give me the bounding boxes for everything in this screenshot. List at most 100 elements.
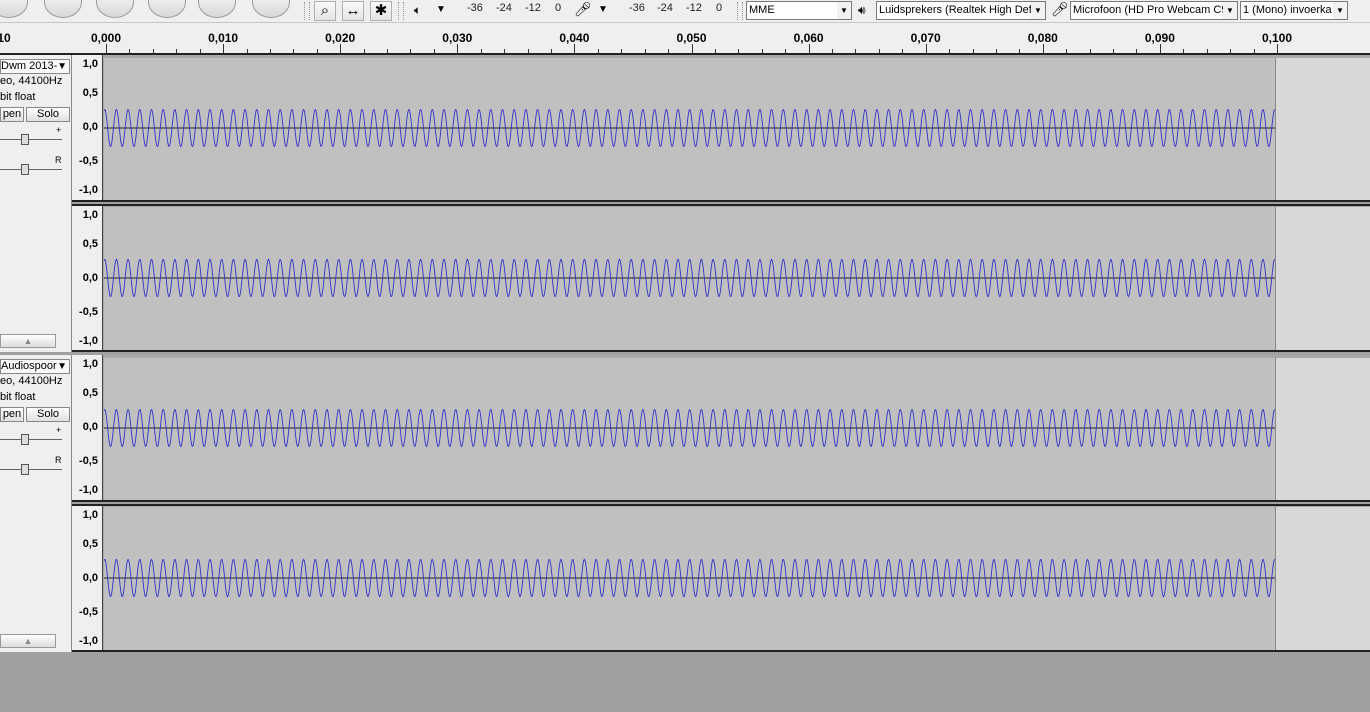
ruler-minor-tick [785, 49, 787, 53]
mute-button[interactable]: pen [0, 407, 24, 422]
ruler-minor-tick [738, 49, 740, 53]
scale-label: 0,5 [82, 87, 98, 99]
ruler-major-tick [340, 44, 342, 53]
empty-track-area[interactable] [1275, 207, 1370, 350]
timeshift-tool[interactable]: ↔ [342, 1, 364, 21]
empty-track-area[interactable] [1275, 58, 1370, 200]
ruler-tick-label: 0,060 [793, 31, 824, 45]
meter-label: 0 [555, 2, 562, 14]
waveform-channel-right[interactable] [103, 207, 1276, 350]
solo-button[interactable]: Solo [26, 407, 70, 422]
scale-label: 1,0 [82, 358, 98, 370]
ruler-minor-tick [949, 49, 951, 53]
skip-end-button[interactable] [198, 0, 236, 18]
ruler-major-tick [106, 44, 107, 53]
ruler-major-tick [1277, 44, 1278, 53]
chevron-down-icon: ▼ [1333, 2, 1347, 19]
gain-slider-thumb[interactable] [21, 434, 29, 445]
ruler-minor-tick [855, 49, 857, 53]
chevron-down-icon: ▼ [57, 61, 67, 72]
scale-label: 1,0 [82, 509, 98, 521]
ruler-minor-tick [714, 49, 716, 53]
ruler-minor-tick [644, 49, 646, 53]
vertical-scale: 1,0 0,5 0,0 -0,5 -1,0 [72, 355, 103, 501]
double-arrow-icon: ↔ [345, 2, 361, 19]
channels-select[interactable]: 1 (Mono) invoerka ▼ [1240, 1, 1348, 20]
ruler-minor-tick [152, 49, 154, 53]
waveform-channel-left[interactable] [103, 358, 1276, 500]
ruler-minor-tick [129, 49, 131, 53]
microphone-icon: 🎤︎ [1051, 1, 1069, 17]
waveform-channel-left[interactable] [103, 58, 1276, 200]
ruler-minor-tick [1230, 49, 1232, 53]
track-control-panel: Dwm 2013- ▼ eo, 44100Hz bit float pen Sol… [0, 55, 72, 352]
pause-button[interactable] [0, 0, 28, 18]
empty-project-area[interactable] [0, 652, 1370, 712]
ruler-minor-tick [1089, 49, 1091, 53]
waveform-channel-right[interactable] [103, 507, 1276, 650]
ruler-minor-tick [597, 49, 599, 53]
ruler-major-tick [808, 44, 810, 53]
zoom-tool[interactable]: ⌕ [314, 1, 336, 21]
ruler-major-tick [925, 44, 927, 53]
host-value: MME [749, 4, 775, 16]
triangle-up-icon: ▲ [23, 336, 33, 346]
meter-menu-dropdown[interactable]: ▼ [436, 4, 446, 15]
ruler-minor-tick [995, 49, 997, 53]
scale-label: -1,0 [79, 335, 98, 347]
waveform [103, 558, 1276, 598]
track-name: Audiospoor [1, 360, 57, 372]
scale-label: 0,5 [82, 238, 98, 250]
scale-label: 1,0 [82, 209, 98, 221]
gain-slider[interactable] [0, 139, 62, 140]
vertical-scale: 1,0 0,5 0,0 -0,5 -1,0 [72, 55, 103, 201]
record-button[interactable] [252, 0, 290, 18]
ruler-tick-label: 0,010 [208, 31, 239, 45]
ruler-minor-tick [269, 49, 271, 53]
playback-device-select[interactable]: Luidsprekers (Realtek High Def ▼ [876, 1, 1046, 20]
ruler-minor-tick [504, 49, 506, 53]
ruler-tick-label: 0,070 [910, 31, 941, 45]
ruler-tick-label: 0,000 [90, 31, 122, 45]
toolbar-grip[interactable] [737, 2, 743, 20]
solo-button[interactable]: Solo [26, 107, 70, 122]
play-button[interactable] [44, 0, 82, 18]
collapse-button[interactable]: ▲ [0, 334, 56, 348]
meter-label: -36 [629, 2, 645, 14]
mute-button[interactable]: pen [0, 107, 24, 122]
stop-button[interactable] [96, 0, 134, 18]
track-name: Dwm 2013- [1, 60, 58, 72]
record-device-select[interactable]: Microfoon (HD Pro Webcam C9 ▼ [1070, 1, 1238, 20]
skip-start-button[interactable] [148, 0, 186, 18]
pan-slider[interactable] [0, 169, 62, 170]
track-format-info: bit float [0, 91, 36, 103]
toolbar-grip[interactable] [304, 2, 310, 20]
pan-slider-thumb[interactable] [21, 464, 29, 475]
timeline-ruler[interactable]: 10 0,000 0,010 0,020 0,030 0,040 0,050 0,060 0,… [0, 23, 1370, 55]
vertical-scale: 1,0 0,5 0,0 -0,5 -1,0 [72, 206, 103, 352]
speaker-icon: 🔊︎ [858, 3, 866, 17]
ruler-minor-tick [1066, 49, 1068, 53]
record-device-value: Microfoon (HD Pro Webcam C9 [1073, 4, 1228, 16]
empty-track-area[interactable] [1275, 358, 1370, 500]
ruler-minor-tick [1183, 49, 1185, 53]
speaker-icon: 🔈︎ [414, 3, 422, 17]
multi-tool[interactable]: ✱ [370, 1, 392, 21]
chevron-down-icon: ▼ [837, 2, 851, 19]
pan-slider-thumb[interactable] [21, 164, 29, 175]
pan-mark: R [55, 455, 62, 465]
empty-track-area[interactable] [1275, 507, 1370, 650]
ruler-minor-tick [668, 49, 670, 53]
gain-slider-thumb[interactable] [21, 134, 29, 145]
track-name-menu[interactable]: Audiospoor ▼ [0, 359, 70, 374]
track-name-menu[interactable]: Dwm 2013- ▼ [0, 59, 70, 74]
rec-meter-menu-dropdown[interactable]: ▼ [598, 4, 608, 15]
gain-slider[interactable] [0, 439, 62, 440]
host-select[interactable]: MME ▼ [746, 1, 852, 20]
toolbar-grip[interactable] [398, 2, 404, 20]
collapse-button[interactable]: ▲ [0, 634, 56, 648]
chevron-down-icon: ▼ [57, 361, 67, 372]
pan-slider[interactable] [0, 469, 62, 470]
track-rate-info: eo, 44100Hz [0, 75, 63, 87]
scale-label: -0,5 [79, 155, 98, 167]
